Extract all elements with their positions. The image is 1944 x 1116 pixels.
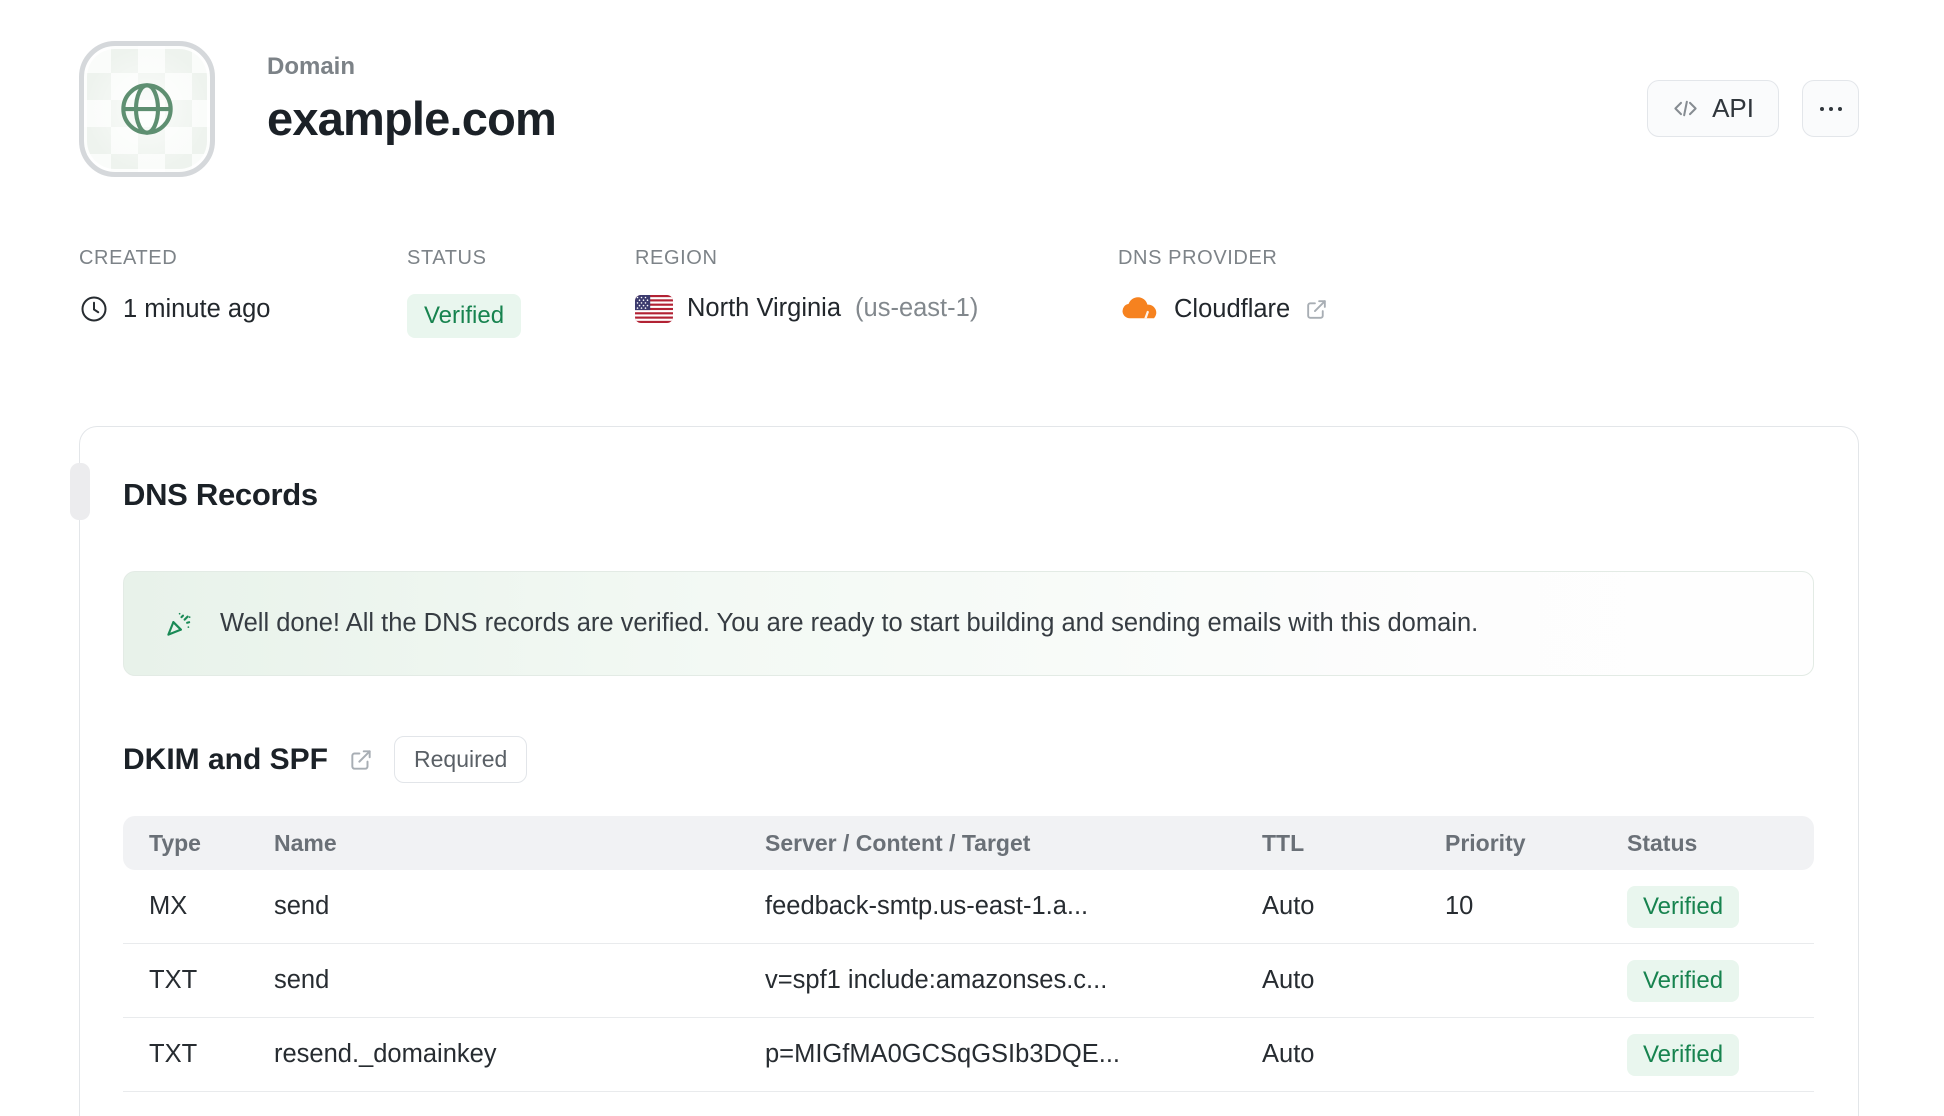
meta-region: REGION North Virginia (us-east-1) (635, 247, 1118, 338)
column-header-content: Server / Content / Target (765, 829, 1031, 856)
status-badge: Verified (1627, 1033, 1740, 1076)
dns-records-title: DNS Records (123, 477, 318, 512)
meta-created: CREATED 1 minute ago (79, 247, 407, 338)
card-side-tab (70, 463, 90, 520)
dns-records-card: DNS Records Well done! All the DNS recor… (70, 426, 1859, 1116)
cell-name: send (274, 892, 330, 920)
us-flag-icon (635, 294, 673, 323)
cloudflare-icon (1118, 294, 1160, 324)
page-kicker: Domain (267, 53, 356, 80)
cell-content: p=MIGfMA0GCSqGSIb3DQE... (765, 1040, 1120, 1068)
cell-type: TXT (149, 1040, 198, 1068)
region-label: REGION (635, 247, 718, 269)
cell-ttl: Auto (1262, 966, 1315, 994)
column-header-type: Type (149, 829, 201, 856)
table-row[interactable]: TXT send v=spf1 include:amazonses.c... A… (123, 944, 1814, 1018)
cell-ttl: Auto (1262, 1040, 1315, 1068)
dns-provider-label: DNS PROVIDER (1118, 247, 1278, 269)
column-header-name: Name (274, 829, 337, 856)
meta-status: STATUS Verified (407, 247, 635, 338)
dkim-spf-section-header: DKIM and SPF Required (123, 736, 1814, 783)
title-block: Domain example.com (267, 41, 557, 146)
cell-ttl: Auto (1262, 892, 1315, 920)
cell-content: v=spf1 include:amazonses.c... (765, 966, 1108, 994)
cell-priority: 10 (1445, 892, 1474, 920)
api-button[interactable]: API (1647, 80, 1779, 137)
cell-content: feedback-smtp.us-east-1.a... (765, 892, 1089, 920)
api-button-label: API (1712, 93, 1754, 123)
cell-name: resend._domainkey (274, 1040, 497, 1068)
status-badge: Verified (1627, 959, 1740, 1002)
header-actions: API (1647, 80, 1859, 137)
column-header-status: Status (1627, 829, 1698, 856)
status-label: STATUS (407, 247, 487, 269)
meta-dns-provider: DNS PROVIDER Cloudflare (1118, 247, 1859, 338)
table-row[interactable]: TXT resend._domainkey p=MIGfMA0GCSqGSIb3… (123, 1018, 1814, 1092)
ellipsis-icon (1818, 105, 1844, 113)
dkim-spf-title: DKIM and SPF (123, 742, 329, 776)
page-title: example.com (267, 92, 557, 145)
banner-message: Well done! All the DNS records are verif… (220, 609, 1479, 637)
cell-type: TXT (149, 966, 198, 994)
code-icon (1672, 95, 1699, 122)
required-badge: Required (394, 736, 528, 783)
column-header-ttl: TTL (1262, 829, 1305, 856)
created-label: CREATED (79, 247, 178, 269)
external-link-icon[interactable] (348, 747, 374, 773)
globe-icon (114, 76, 180, 142)
table-header-row: Type Name Server / Content / Target TTL … (123, 816, 1814, 870)
status-badge: Verified (1627, 885, 1740, 928)
cell-type: MX (149, 892, 188, 920)
status-badge: Verified (407, 294, 522, 338)
dns-records-table: Type Name Server / Content / Target TTL … (123, 816, 1814, 1092)
domain-metadata: CREATED 1 minute ago STATUS Verified REG… (0, 247, 1944, 338)
table-row[interactable]: MX send feedback-smtp.us-east-1.a... Aut… (123, 870, 1814, 944)
external-link-icon[interactable] (1304, 297, 1329, 322)
region-value: North Virginia (687, 294, 842, 322)
more-button[interactable] (1802, 80, 1859, 137)
party-popper-icon (164, 609, 194, 639)
dns-provider-value: Cloudflare (1174, 294, 1291, 323)
created-value: 1 minute ago (123, 294, 271, 323)
page-header: Domain example.com API (0, 0, 1944, 177)
column-header-priority: Priority (1445, 829, 1526, 856)
clock-icon (79, 294, 109, 324)
success-banner: Well done! All the DNS records are verif… (123, 571, 1814, 676)
domain-avatar (79, 41, 215, 177)
region-code: (us-east-1) (855, 294, 979, 322)
cell-name: send (274, 966, 330, 994)
